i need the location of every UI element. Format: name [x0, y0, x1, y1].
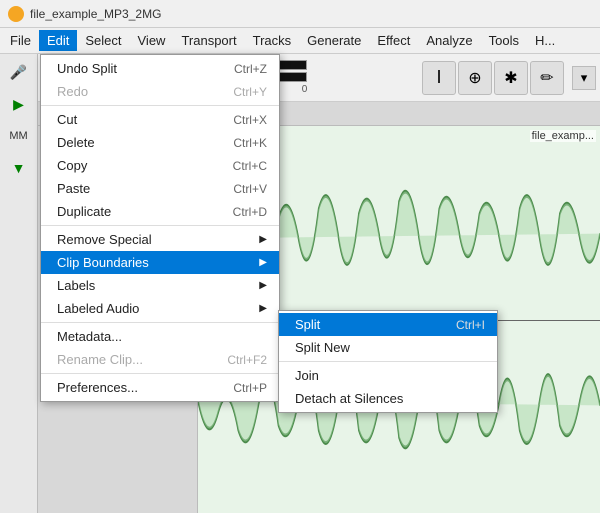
menu-select[interactable]: Select [77, 30, 129, 51]
menu-copy[interactable]: Copy Ctrl+C [41, 154, 279, 177]
cross-tool[interactable]: ✱ [494, 61, 528, 95]
cursor-tool[interactable]: I [422, 61, 456, 95]
submenu-join[interactable]: Join [279, 364, 497, 387]
draw-tool[interactable]: ✏ [530, 61, 564, 95]
separator-3 [41, 322, 279, 323]
menu-rename-clip[interactable]: Rename Clip... Ctrl+F2 [41, 348, 279, 371]
menu-tools[interactable]: Tools [481, 30, 527, 51]
down-arrow-btn[interactable]: ▼ [5, 154, 33, 182]
left-toolbar: 🎤 ▶ MM ▼ [0, 54, 38, 513]
menu-remove-special[interactable]: Remove Special ▶ [41, 228, 279, 251]
menu-effect[interactable]: Effect [369, 30, 418, 51]
edit-dropdown: Undo Split Ctrl+Z Redo Ctrl+Y Cut Ctrl+X… [40, 54, 280, 402]
mic-btn[interactable]: 🎤 [5, 58, 33, 86]
submenu-detach[interactable]: Detach at Silences [279, 387, 497, 410]
menu-tracks[interactable]: Tracks [245, 30, 300, 51]
separator-4 [41, 373, 279, 374]
submenu-split[interactable]: Split Ctrl+I [279, 313, 497, 336]
title-text: file_example_MP3_2MG [30, 7, 161, 21]
menu-help[interactable]: H... [527, 30, 563, 51]
menu-file[interactable]: File [2, 30, 39, 51]
menu-transport[interactable]: Transport [173, 30, 244, 51]
app-icon [8, 6, 24, 22]
menu-clip-boundaries[interactable]: Clip Boundaries ▶ [41, 251, 279, 274]
menu-paste[interactable]: Paste Ctrl+V [41, 177, 279, 200]
menu-view[interactable]: View [130, 30, 174, 51]
play-btn[interactable]: ▶ [5, 90, 33, 118]
extra-btn[interactable]: MM [5, 122, 33, 150]
submenu-split-new[interactable]: Split New [279, 336, 497, 359]
menu-analyze[interactable]: Analyze [418, 30, 480, 51]
menu-undo-split[interactable]: Undo Split Ctrl+Z [41, 57, 279, 80]
menu-metadata[interactable]: Metadata... [41, 325, 279, 348]
menu-labels[interactable]: Labels ▶ [41, 274, 279, 297]
menu-bar: File Edit Select View Transport Tracks G… [0, 28, 600, 54]
separator-2 [41, 225, 279, 226]
menu-labeled-audio[interactable]: Labeled Audio ▶ [41, 297, 279, 320]
menu-preferences[interactable]: Preferences... Ctrl+P [41, 376, 279, 399]
menu-generate[interactable]: Generate [299, 30, 369, 51]
menu-duplicate[interactable]: Duplicate Ctrl+D [41, 200, 279, 223]
menu-cut[interactable]: Cut Ctrl+X [41, 108, 279, 131]
waveform-track-name2: file_examp... [530, 130, 596, 142]
title-bar: file_example_MP3_2MG [0, 0, 600, 28]
menu-edit[interactable]: Edit [39, 30, 77, 51]
dropdown-btn[interactable]: ▾ [572, 66, 596, 90]
separator-1 [41, 105, 279, 106]
submenu-separator-1 [279, 361, 497, 362]
tool-buttons: I ⊕ ✱ ✏ [422, 61, 564, 95]
clip-boundaries-submenu: Split Ctrl+I Split New Join Detach at Si… [278, 310, 498, 413]
menu-delete[interactable]: Delete Ctrl+K [41, 131, 279, 154]
menu-redo[interactable]: Redo Ctrl+Y [41, 80, 279, 103]
zoom-tool[interactable]: ⊕ [458, 61, 492, 95]
